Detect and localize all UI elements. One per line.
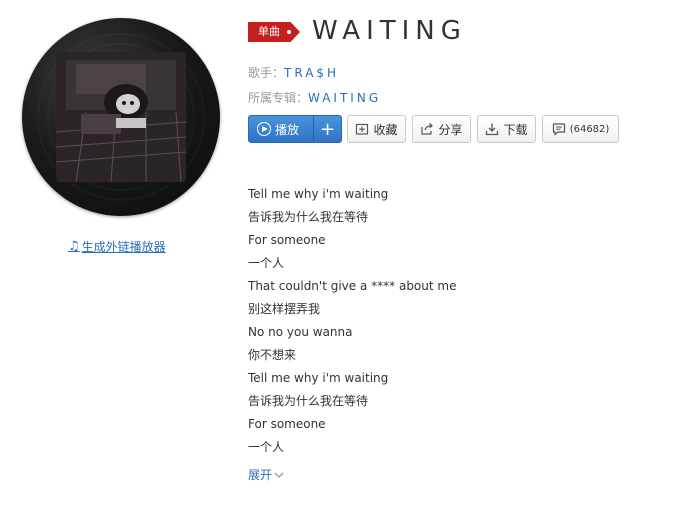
lyric-line: 你不想来 [248,348,297,362]
album-label: 所属专辑： [248,91,309,105]
plus-icon: + [319,118,336,140]
generate-external-player-link[interactable]: ♫ 生成外链播放器 [68,238,166,255]
lyric-line: Tell me why i'm waiting [248,187,389,201]
share-button[interactable]: 分享 [412,115,471,143]
share-icon [421,123,434,135]
download-icon [486,123,499,136]
music-note-icon: ♫ [68,239,80,254]
share-button-label: 分享 [438,122,463,137]
album-artwork [56,52,186,182]
lyric-line: 告诉我为什么我在等待 [248,210,369,224]
play-button[interactable]: 播放 [249,116,313,142]
single-tag: 单曲 [248,22,300,42]
lyric-line: 一个人 [248,256,285,270]
single-tag-label: 单曲 [258,25,280,38]
comment-icon [552,123,565,136]
comment-button[interactable]: (64682) [542,115,619,143]
play-button-label: 播放 [275,122,300,137]
expand-label: 展开 [248,468,273,482]
external-player-link-label: 生成外链播放器 [81,240,166,254]
download-button[interactable]: 下载 [477,115,536,143]
lyric-line: For someone [248,417,326,431]
play-circle-icon [257,122,271,136]
album-row: 所属专辑：WAITING [248,89,381,106]
lyric-line: 别这样摆弄我 [248,302,321,316]
collect-button-label: 收藏 [373,122,398,137]
lyric-line: For someone [248,233,326,247]
add-to-playlist-button[interactable]: + [314,116,341,142]
album-cover[interactable] [22,18,220,216]
lyric-line: Tell me why i'm waiting [248,371,389,385]
folder-plus-icon [356,123,369,135]
artist-label: 歌手： [248,66,285,80]
artist-row: 歌手：TRA$H [248,64,339,81]
lyric-line: 一个人 [248,440,285,454]
lyrics-block: Tell me why i'm waiting 告诉我为什么我在等待 For s… [248,186,456,462]
collect-button[interactable]: 收藏 [347,115,406,143]
song-title: WAITING [312,16,467,46]
play-button-group: 播放 + [248,115,342,143]
lyric-line: That couldn't give a **** about me [248,279,457,293]
lyric-line: No no you wanna [248,325,353,339]
download-button-label: 下载 [503,122,528,137]
album-link[interactable]: WAITING [308,91,381,105]
lyric-line: 告诉我为什么我在等待 [248,394,369,408]
expand-lyrics-button[interactable]: 展开 [248,466,285,483]
comment-count: (64682) [569,123,610,135]
chevron-down-icon [274,472,284,478]
tag-dot-icon [287,30,291,34]
artist-link[interactable]: TRA$H [284,66,339,80]
